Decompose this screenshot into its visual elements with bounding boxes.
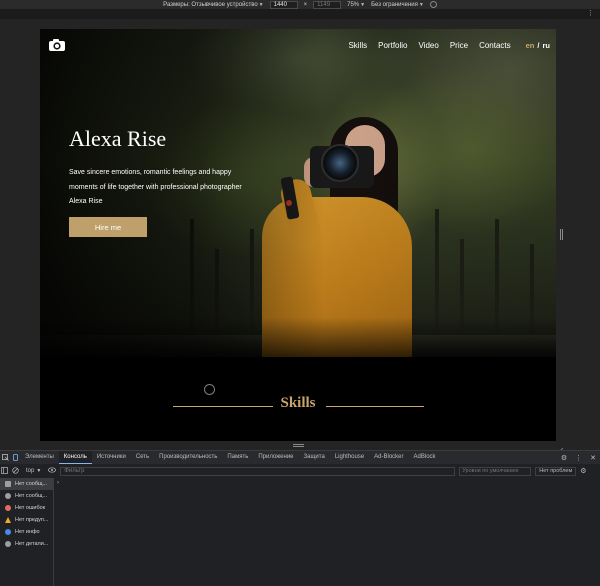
skills-title: Skills <box>280 395 316 411</box>
times-label: × <box>303 1 308 8</box>
rotate-icon[interactable] <box>429 1 437 8</box>
sidebar-item-label: Нет сообщ... <box>15 481 48 487</box>
tab-network[interactable]: Сеть <box>131 451 154 464</box>
nav-link-price[interactable]: Price <box>450 41 468 50</box>
gear-icon[interactable]: ⚙ <box>580 467 586 475</box>
device-width-input[interactable]: 1440 <box>269 0 298 9</box>
hero-text: Save sincere emotions, romantic feelings… <box>69 169 242 205</box>
viewport-resize-handle-right[interactable] <box>560 229 563 240</box>
info-icon <box>5 529 11 535</box>
sidebar-item-label: Нет ошибок <box>15 505 46 511</box>
zoom-label: 75% <box>347 1 360 8</box>
sidebar-item-info[interactable]: Нет инфо <box>0 526 53 538</box>
console-filterbar: top ▼ Уровни по умолчанию Нет проблем ⚙ <box>0 465 600 477</box>
hero-section: Skills Portfolio Video Price Contacts en… <box>40 29 556 357</box>
close-icon[interactable]: ✕ <box>590 454 596 462</box>
nav-link-contacts[interactable]: Contacts <box>479 41 511 50</box>
throttle-label: Без ограничения <box>371 1 418 8</box>
language-switcher: en / ru <box>526 41 550 50</box>
viewport-resize-corner[interactable] <box>557 441 564 454</box>
devtools-tools: ⚙ ⋮ ✕ <box>561 454 600 462</box>
context-label: top <box>26 468 35 474</box>
nav-link-skills[interactable]: Skills <box>348 41 367 50</box>
lang-separator: / <box>537 41 540 50</box>
tab-lighthouse[interactable]: Lighthouse <box>330 451 369 464</box>
log-levels-dropdown[interactable]: Уровни по умолчанию <box>459 466 532 476</box>
chevron-down-icon: ▼ <box>36 468 42 474</box>
sidebar-item-user-messages[interactable]: Нет сообщ... <box>0 490 53 502</box>
tab-application[interactable]: Приложение <box>253 451 298 464</box>
sidebar-toggle-icon[interactable] <box>1 466 8 476</box>
tab-console[interactable]: Консоль <box>58 451 92 464</box>
more-options-icon[interactable]: ⋮ <box>575 454 582 462</box>
site-nav: Skills Portfolio Video Price Contacts en… <box>348 41 550 50</box>
clear-console-icon[interactable] <box>12 466 19 476</box>
zoom-dropdown[interactable]: 75% ▼ <box>347 2 365 8</box>
custom-cursor <box>204 384 215 395</box>
issues-button[interactable]: Нет проблем <box>535 466 577 476</box>
sidebar-item-messages[interactable]: Нет сообщ... <box>0 478 53 490</box>
camera-logo-icon[interactable] <box>48 38 66 52</box>
sidebar-item-warnings[interactable]: Нет предуп... <box>0 514 53 526</box>
device-toggle-icon[interactable] <box>10 451 20 464</box>
chevron-down-icon: ▼ <box>418 1 424 8</box>
skills-line-right <box>326 406 424 407</box>
more-options-icon[interactable]: ⋮ <box>587 10 594 17</box>
gear-icon[interactable]: ⚙ <box>561 454 567 462</box>
sidebar-item-label: Нет детали... <box>15 541 49 547</box>
chevron-down-icon: ▼ <box>258 1 264 8</box>
hire-me-button[interactable]: Hire me <box>69 217 147 237</box>
device-dimensions-label: Размеры: Отзывчивое устройство <box>163 1 258 8</box>
list-icon <box>5 481 11 487</box>
device-dimensions-dropdown[interactable]: Размеры: Отзывчивое устройство ▼ <box>163 2 263 8</box>
emulated-viewport: Skills Portfolio Video Price Contacts en… <box>40 29 556 441</box>
user-icon <box>5 493 11 499</box>
verbose-icon <box>5 541 11 547</box>
console-output[interactable]: › <box>55 478 600 586</box>
devtools-tabbar: Элементы Консоль Источники Сеть Производ… <box>0 451 600 464</box>
warning-icon <box>5 517 11 523</box>
nav-link-portfolio[interactable]: Portfolio <box>378 41 407 50</box>
error-icon <box>5 505 11 511</box>
eye-icon[interactable] <box>48 467 57 475</box>
viewport-resize-handle-bottom[interactable] <box>293 444 304 447</box>
throttle-dropdown[interactable]: Без ограничения ▼ <box>371 2 424 8</box>
media-query-bar <box>0 9 600 19</box>
console-sidebar: Нет сообщ... Нет сообщ... Нет ошибок Нет… <box>0 478 54 586</box>
lang-en[interactable]: en <box>526 41 535 50</box>
sidebar-item-label: Нет предуп... <box>15 517 49 523</box>
context-selector[interactable]: top ▼ <box>23 468 44 474</box>
tab-elements[interactable]: Элементы <box>20 451 59 464</box>
devtools-panel: Элементы Консоль Источники Сеть Производ… <box>0 450 600 586</box>
sidebar-item-verbose[interactable]: Нет детали... <box>0 538 53 550</box>
tab-security[interactable]: Защита <box>299 451 330 464</box>
hero-title: Alexa Rise <box>69 126 167 151</box>
inspect-element-icon[interactable] <box>0 451 10 464</box>
sidebar-item-label: Нет сообщ... <box>15 493 48 499</box>
hero-overlay-bottom <box>40 317 556 357</box>
lang-ru[interactable]: ru <box>543 41 551 50</box>
device-height-input[interactable]: 1149 <box>313 0 342 9</box>
tab-performance[interactable]: Производительность <box>154 451 222 464</box>
tab-sources[interactable]: Источники <box>92 451 131 464</box>
console-prompt: › <box>57 480 59 486</box>
console-filter-input[interactable] <box>60 466 456 476</box>
sidebar-item-label: Нет инфо <box>15 529 40 535</box>
device-toolbar: Размеры: Отзывчивое устройство ▼ 1440 × … <box>0 0 600 9</box>
tab-adblock[interactable]: AdBlock <box>409 451 441 464</box>
chevron-down-icon: ▼ <box>360 1 366 8</box>
sidebar-item-errors[interactable]: Нет ошибок <box>0 502 53 514</box>
nav-link-video[interactable]: Video <box>419 41 439 50</box>
tab-memory[interactable]: Память <box>222 451 253 464</box>
tab-ad-blocker[interactable]: Ad-Blocker <box>369 451 408 464</box>
